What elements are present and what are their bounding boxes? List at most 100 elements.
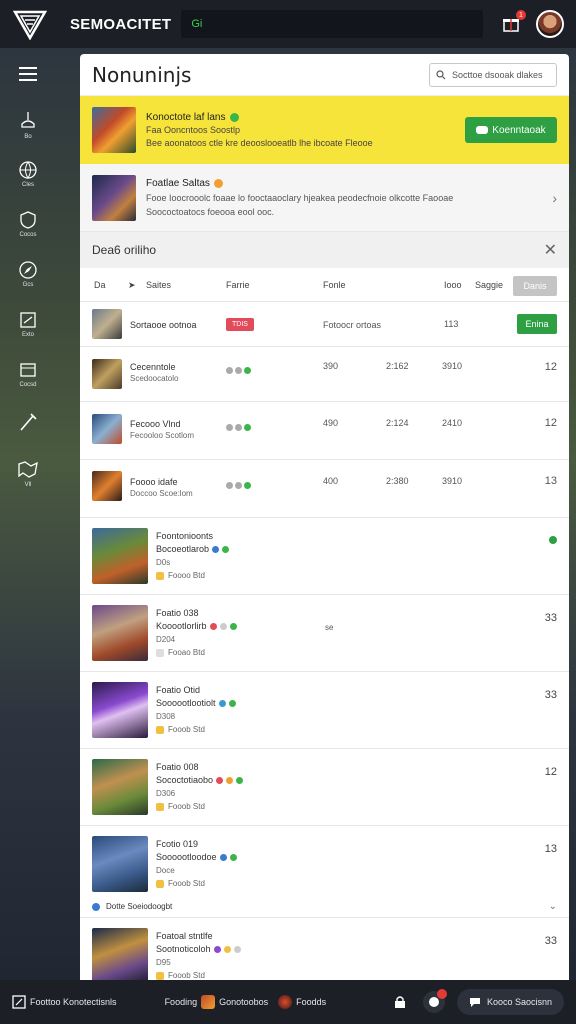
app-logo[interactable] [12,6,48,42]
row-cell: 2:162 [386,361,409,371]
book-icon [20,312,36,328]
item-value: 33 [544,689,557,701]
column-header[interactable]: Farrie [226,280,250,290]
column-header[interactable]: Saites [146,280,171,290]
item-extra: se [325,623,334,632]
notice-thumbnail [92,174,136,221]
item-title: Foatio Otid [156,685,201,695]
item-detail: D204 [156,635,176,644]
item-detail: Doce [156,866,175,875]
shield-icon [20,211,36,229]
search-icon [436,69,446,79]
item-meta: Foooo Btd [168,571,205,580]
nav-item-book[interactable]: Exto [0,310,56,338]
column-header[interactable]: Iooo [444,280,462,290]
list-item[interactable]: Foatio 038 Kooootlorlirb D204 Fooao Btd … [80,595,569,672]
list-item[interactable]: Foontonioonts Bocoeotlarob D0s Foooo Btd [80,518,569,595]
row-cell: 490 [323,418,339,428]
compass-icon [19,261,37,279]
row-thumbnail [92,359,122,389]
row-thumbnail [92,414,122,444]
nav-item-cards[interactable]: Cocsd [0,360,56,388]
table-header: Da ➤ Saites Farrie Fonle Iooo Saggie Dan… [80,268,569,302]
item-title: Foatio 038 [156,608,199,618]
notice-card[interactable]: Foatlae Saltas Fooe Ioocrooolc foaae lo … [80,164,569,232]
column-header[interactable]: Fonle [323,280,346,290]
filter-button[interactable]: Danis [513,276,557,296]
chevron-down-icon[interactable]: ⌄ [549,901,557,912]
lock-icon[interactable] [389,991,411,1013]
bottom-item-notifications[interactable]: Foottoo Konotectisnls [12,995,117,1009]
top-search-input[interactable]: Gi [181,10,484,38]
promo-banner: Konoctote laf lans Faa Ooncntoos Soostlp… [80,96,569,164]
nav-item-sword[interactable] [0,410,56,434]
top-bar: SEMOACITET Gi 1 [0,0,576,48]
section-header: Dea6 oriliho ✕ [80,232,569,268]
row-cell: 2:124 [386,418,409,428]
column-header[interactable]: Saggie [475,280,503,290]
badge-icon [156,571,164,580]
row-thumbnail [92,471,122,501]
menu-icon[interactable] [0,66,56,82]
brand-name: SEMOACITET [70,15,172,33]
item-title: Foontonioonts [156,531,214,541]
badge-icon [156,879,164,888]
item-subtitle: Bocoeotlarob [156,544,210,554]
bottom-item-foods[interactable]: Foodds [278,995,326,1009]
chevron-right-icon[interactable]: › [552,190,557,206]
item-thumbnail [92,836,148,892]
badge-icon [156,971,164,980]
flag-icon [18,461,38,478]
nav-item-flag[interactable]: Vll [0,460,56,488]
table-row[interactable]: Fecooo Vlnd Fecooloo Scotlom 490 2:124 24… [80,402,569,460]
item-meta: Fooob Std [168,802,205,811]
row-cell: 113 [444,319,459,329]
item-meta: Fooob Std [168,879,205,888]
row-cell: 2:380 [386,476,409,486]
item-thumbnail [92,682,148,738]
row-cell: 390 [323,361,339,371]
ticket-icon [476,126,489,134]
item-thumbnail [92,528,148,584]
row-cell: 3910 [442,361,463,371]
nav-item-compass[interactable]: Gcs [0,260,56,288]
row-value: 12 [544,361,557,373]
item-subtitle: Soooootlootiolt [156,698,216,708]
gift-icon[interactable]: 1 [500,10,526,35]
nav-item-trophy[interactable]: Bo [0,110,56,140]
list-item[interactable]: Foatio Otid Soooootlootiolt D308 Fooob S… [80,672,569,749]
notification-badge: 1 [516,10,526,20]
row-name: Fecooo Vlnd Fecooloo Scotlom [130,419,195,440]
column-header[interactable]: Da [94,280,106,290]
list-item[interactable]: Foatoal stntlfe Sootnoticoloh D95 Fooob … [80,918,569,980]
table-row[interactable]: Sortaooe ootnoa TDIS Fotoocr ortoas 113 … [80,302,569,347]
message-icon [469,998,480,1007]
chat-button[interactable]: Kooco Saocisnn [456,989,564,1015]
globe-icon [19,161,37,179]
row-name: Sortaooe ootnoa [130,320,197,330]
user-avatar[interactable] [536,10,564,38]
list-item[interactable]: Fcotio 019 Soooootloodoe Doce Fooob Std … [80,826,569,896]
bottom-item-feeding[interactable]: Fooding Gonotoobos [165,995,268,1009]
close-icon[interactable]: ✕ [544,240,557,260]
main-panel: Nonuninjs Socttoe dsooak dlakes Konoctot… [80,54,569,980]
enable-button[interactable]: Enina [517,314,557,334]
panel-search-input[interactable]: Socttoe dsooak dlakes [429,62,557,87]
item-thumbnail [92,759,148,815]
list-item[interactable]: Foatio 008 Sococtotiaobo D306 Fooob Std … [80,749,569,826]
expander-label: Dotte Soeiodoogbt [106,902,173,911]
promo-title: Konoctote laf lans [146,111,226,123]
row-cell: 3910 [442,476,463,486]
window-icon [12,995,26,1009]
status-dots [226,367,251,374]
table-row[interactable]: Cecenntole Scedoocatolo 390 2:162 3910 12 [80,347,569,402]
item-meta: Fooob Std [168,725,205,734]
nav-item-shield[interactable]: Cocos [0,210,56,238]
promo-button[interactable]: Koenntaoak [465,117,557,143]
chat-icon[interactable] [422,989,447,1013]
item-status-icon [549,535,557,547]
expander[interactable]: Dotte Soeiodoogbt ⌄ [80,896,569,918]
item-subtitle: Soooootloodoe [156,852,217,862]
table-row[interactable]: Foooo idafe Doccoo Scoe:lom 400 2:380 391… [80,460,569,518]
nav-item-globe[interactable]: Cles [0,160,56,188]
